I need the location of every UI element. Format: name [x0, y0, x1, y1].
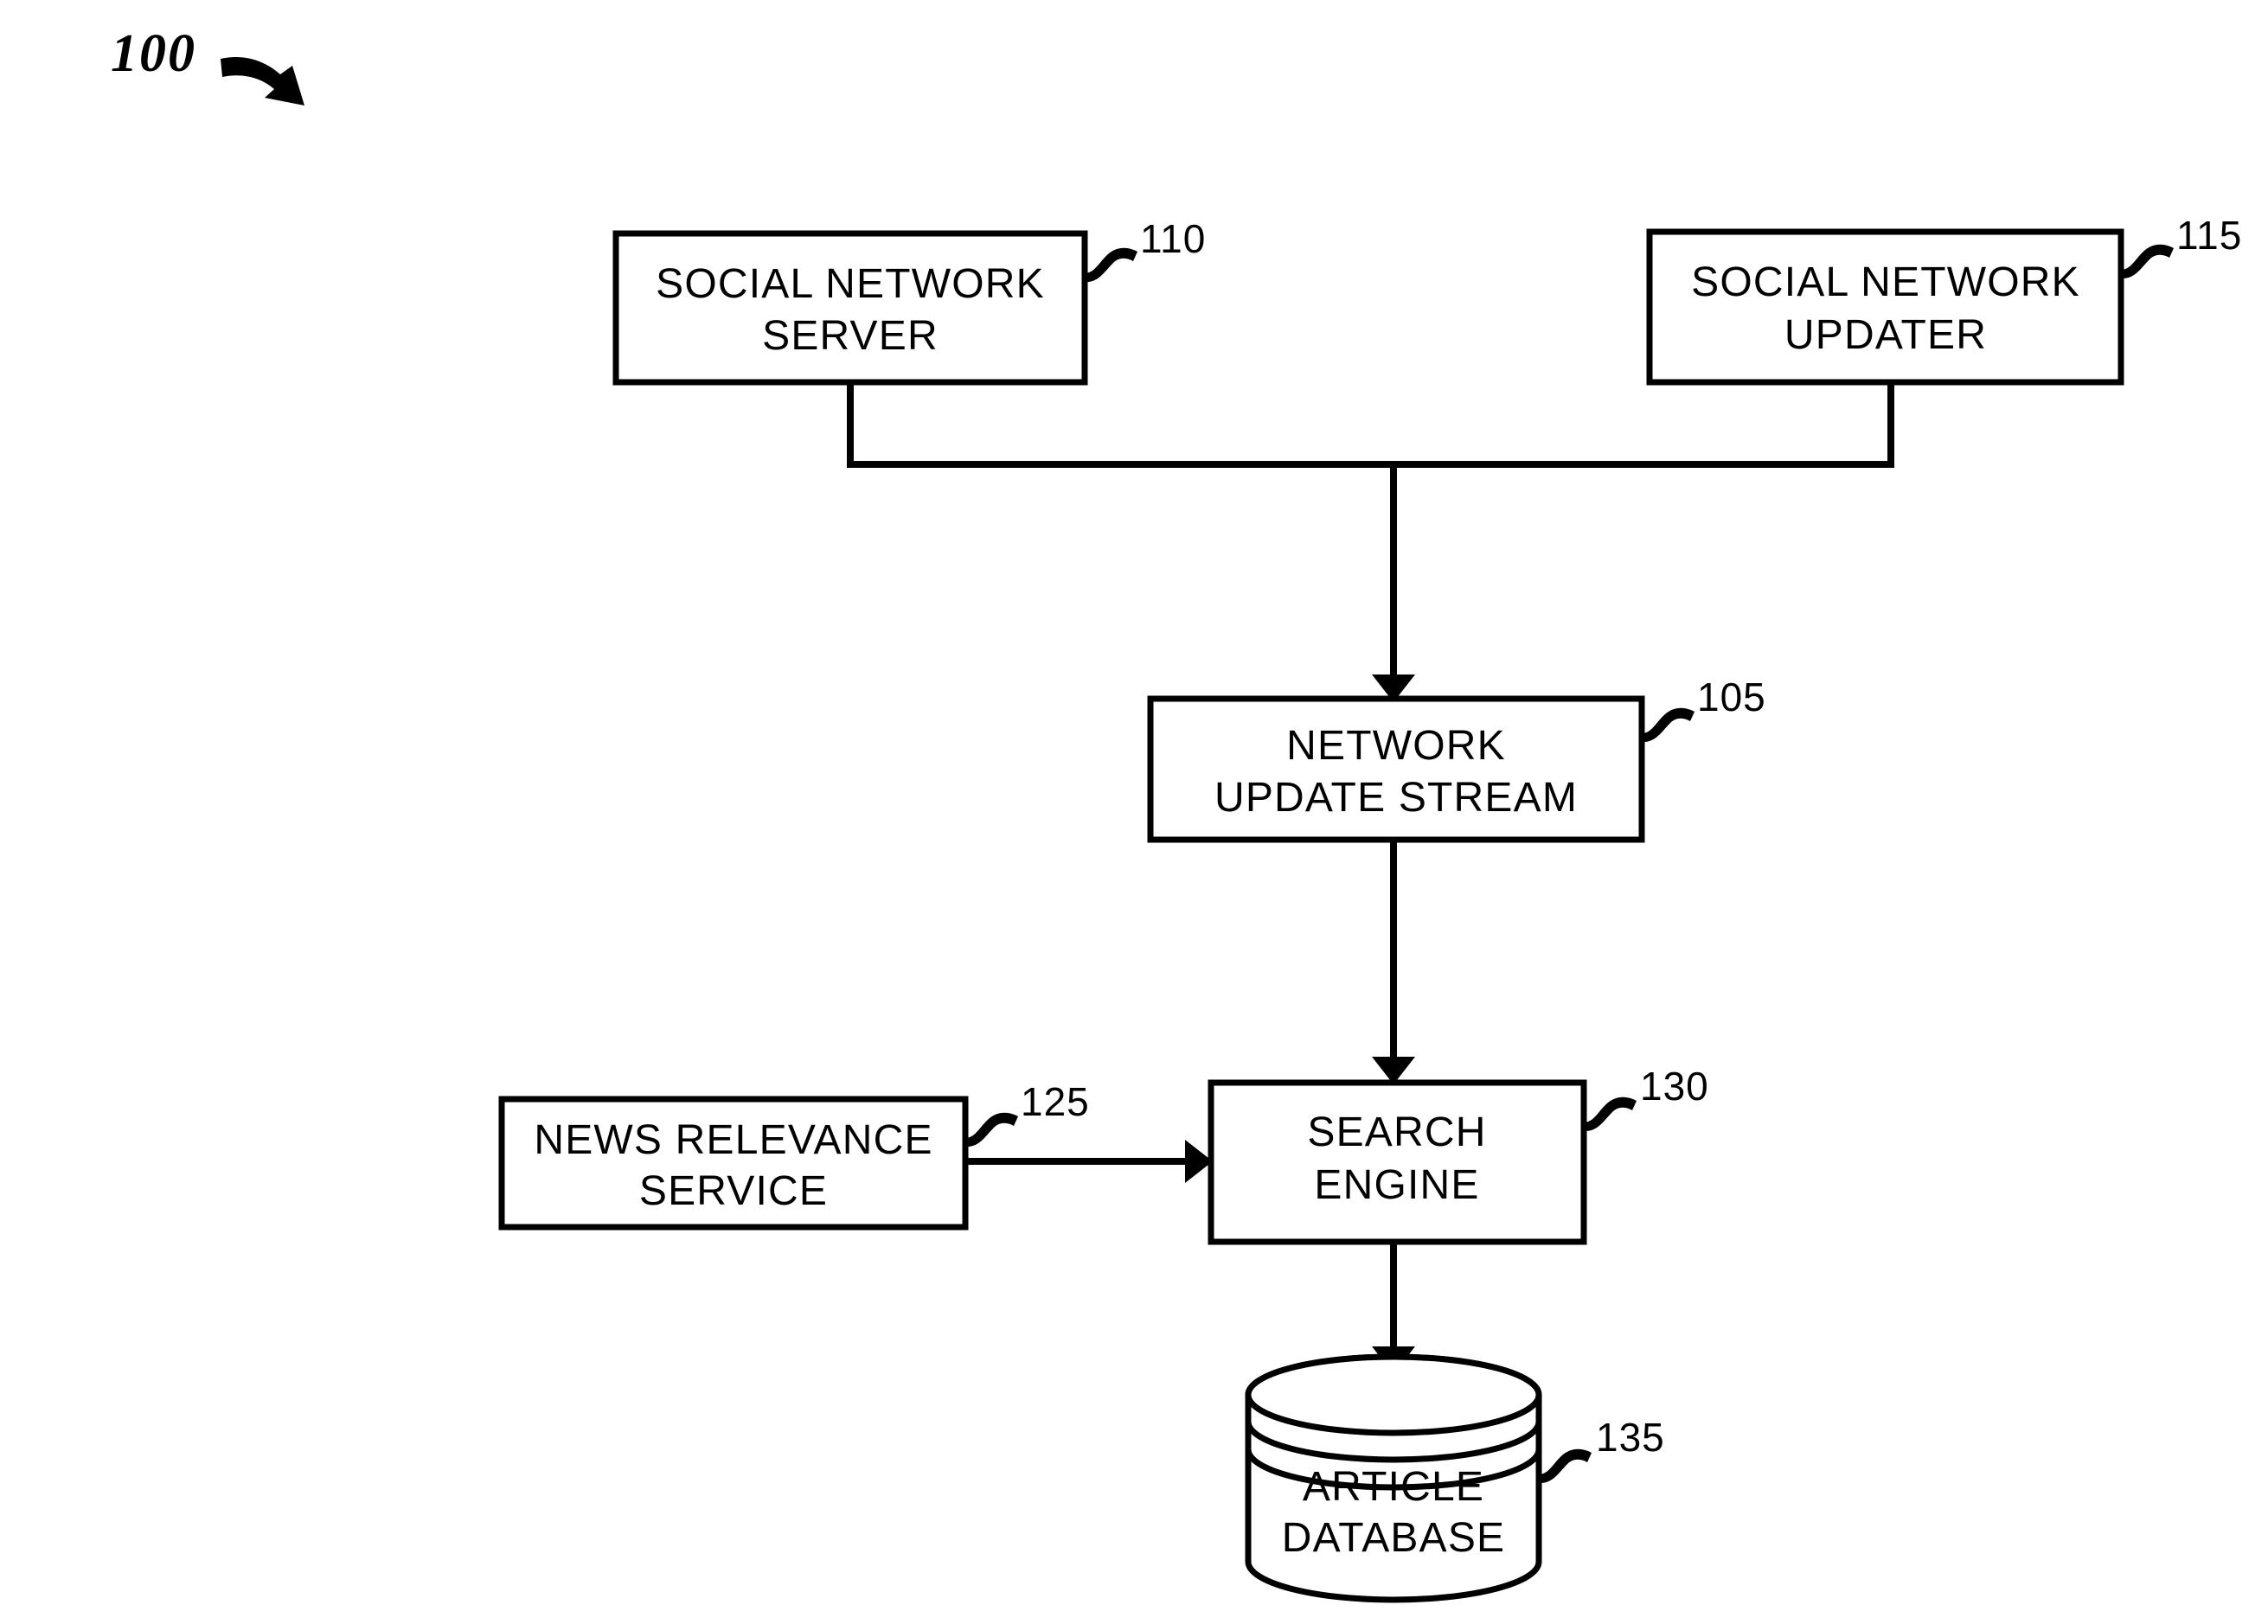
node-social-network-updater[interactable]: SOCIAL NETWORK UPDATER 115	[1646, 213, 2242, 386]
leader-squiggle-icon	[1085, 247, 1137, 283]
node-label-line1: NEWS RELEVANCE	[534, 1117, 932, 1163]
node-search-engine[interactable]: SEARCH ENGINE 130	[1208, 1064, 1709, 1245]
figure-number-group: 100	[111, 24, 304, 105]
node-label-line1: SOCIAL NETWORK	[656, 261, 1045, 307]
leader-squiggle-icon	[1539, 1448, 1592, 1484]
reference-numeral-105: 105	[1697, 675, 1766, 719]
node-label-line2: ENGINE	[1314, 1162, 1479, 1208]
node-social-network-server[interactable]: SOCIAL NETWORK SERVER 110	[612, 216, 1206, 386]
leader-squiggle-icon	[965, 1112, 1018, 1148]
leader-squiggle-icon	[1584, 1097, 1637, 1132]
node-box[interactable]	[612, 230, 1088, 386]
connector-news-relevance-to-search-engine	[965, 1140, 1213, 1183]
node-label-line2: SERVICE	[639, 1168, 828, 1214]
node-network-update-stream[interactable]: NETWORK UPDATE STREAM 105	[1147, 675, 1766, 843]
node-box[interactable]	[1646, 228, 2124, 386]
diagram-svg: 100 SOCIAL NETWORK SERVER 110 SOCIAL NET…	[111, 24, 2242, 1603]
connector-stream-to-search-engine	[1372, 839, 1415, 1084]
curved-arrow-icon	[221, 57, 304, 105]
figure-number-label: 100	[111, 24, 196, 83]
node-label-line1: ARTICLE	[1303, 1464, 1484, 1510]
node-label-line1: NETWORK	[1286, 723, 1506, 769]
node-label-line2: UPDATER	[1784, 312, 1987, 358]
reference-numeral-135: 135	[1596, 1415, 1665, 1460]
node-news-relevance-service[interactable]: NEWS RELEVANCE SERVICE 125	[498, 1079, 1090, 1231]
reference-numeral-130: 130	[1640, 1064, 1709, 1109]
reference-numeral-115: 115	[2176, 213, 2242, 258]
reference-numeral-125: 125	[1021, 1079, 1090, 1124]
node-label-line1: SEARCH	[1307, 1109, 1486, 1155]
node-label-line2: SERVER	[762, 313, 939, 359]
connector-social-servers-to-stream	[847, 382, 1894, 702]
node-label-line2: UPDATE STREAM	[1214, 775, 1578, 821]
node-label-line1: SOCIAL NETWORK	[1691, 259, 2080, 305]
leader-squiggle-icon	[2121, 244, 2174, 279]
leader-squiggle-icon	[1642, 707, 1695, 743]
patent-figure-canvas: 100 SOCIAL NETWORK SERVER 110 SOCIAL NET…	[0, 0, 2268, 1624]
node-label-line2: DATABASE	[1282, 1515, 1506, 1561]
reference-numeral-110: 110	[1140, 216, 1206, 261]
node-article-database[interactable]: ARTICLE DATABASE 135	[1245, 1353, 1665, 1603]
cylinder-top	[1245, 1353, 1542, 1436]
